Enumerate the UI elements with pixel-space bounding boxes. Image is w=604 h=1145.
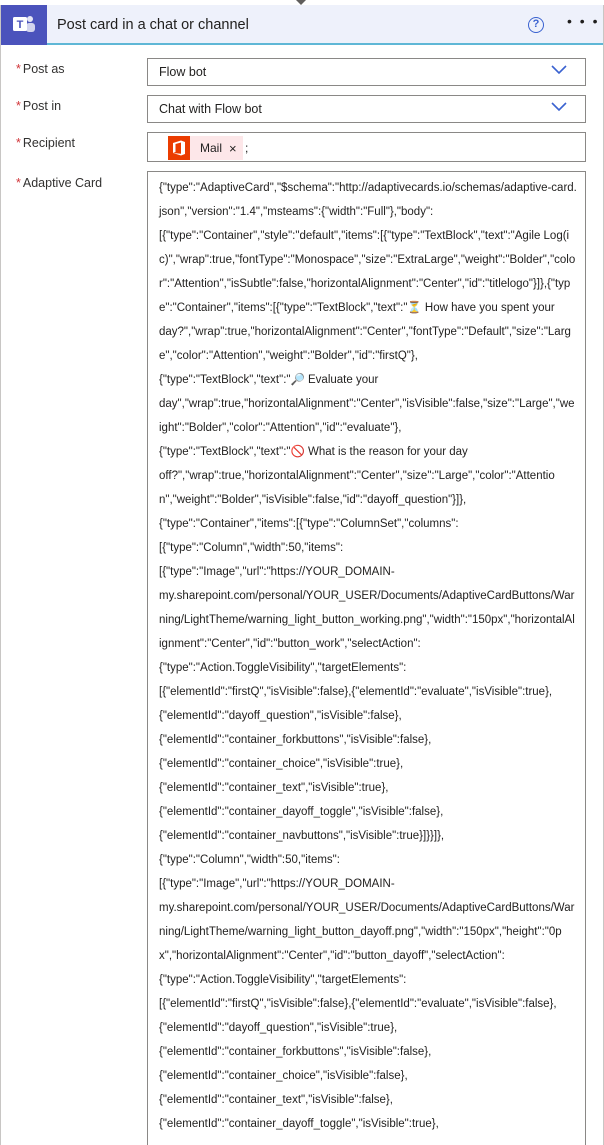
post-in-value: Chat with Flow bot [159, 102, 262, 116]
post-as-label: * Post as [16, 62, 65, 76]
token-separator: ; [245, 141, 249, 155]
chevron-down-icon [551, 102, 567, 112]
help-circle-icon[interactable]: ? [528, 17, 544, 33]
action-title: Post card in a chat or channel [57, 17, 249, 33]
required-marker: * [16, 176, 21, 190]
close-icon[interactable]: × [229, 141, 237, 156]
post-as-label-text: Post as [22, 62, 65, 76]
adaptive-card-textarea[interactable]: {"type":"AdaptiveCard","$schema":"http:/… [147, 171, 586, 1145]
recipient-token[interactable]: Mail × [168, 136, 243, 160]
recipient-label-text: Recipient [22, 136, 75, 150]
adaptive-card-label: * Adaptive Card [16, 176, 102, 190]
required-marker: * [16, 136, 21, 150]
adaptive-card-label-text: Adaptive Card [22, 176, 103, 190]
post-as-value: Flow bot [159, 65, 207, 79]
action-header[interactable]: T Post card in a chat or channel ? • • • [1, 5, 603, 45]
recipient-input[interactable]: Mail × ; [147, 132, 586, 162]
required-marker: * [16, 62, 21, 76]
post-as-dropdown[interactable]: Flow bot [147, 58, 586, 86]
chevron-down-icon [551, 65, 567, 75]
office-icon [168, 136, 190, 160]
token-label: Mail [200, 141, 223, 155]
adaptive-card-json: {"type":"AdaptiveCard","$schema":"http:/… [159, 182, 577, 1130]
recipient-label: * Recipient [16, 136, 75, 150]
post-in-label: * Post in [16, 99, 61, 113]
required-marker: * [16, 99, 21, 113]
ellipsis-icon[interactable]: • • • [567, 13, 599, 29]
action-card: T Post card in a chat or channel ? • • •… [0, 5, 604, 1145]
post-in-label-text: Post in [22, 99, 62, 113]
post-in-dropdown[interactable]: Chat with Flow bot [147, 95, 586, 123]
teams-icon: T [1, 5, 47, 45]
svg-text:T: T [17, 19, 24, 31]
